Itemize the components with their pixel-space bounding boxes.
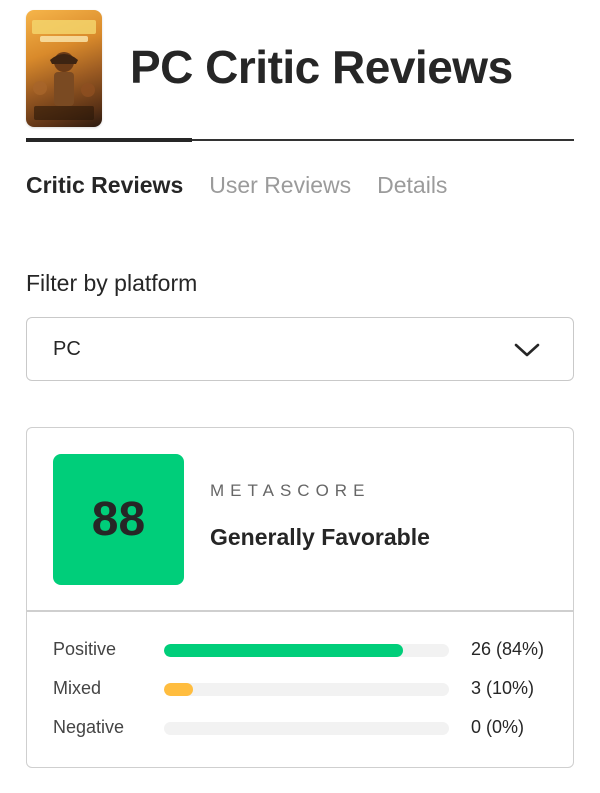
distribution-label: Positive <box>53 639 117 659</box>
platform-select-value: PC <box>53 338 81 360</box>
score-verdict: Generally Favorable <box>210 524 430 550</box>
distribution-row-positive: Positive 26 (84%) <box>53 639 553 661</box>
distribution-bar-track <box>164 722 449 735</box>
tab-user-reviews[interactable]: User Reviews <box>209 172 351 206</box>
distribution-bar-fill <box>164 683 193 696</box>
distribution-count: 26 (84%) <box>471 639 545 659</box>
tab-critic-reviews[interactable]: Critic Reviews <box>26 172 183 206</box>
page-header: PC Critic Reviews <box>26 10 574 128</box>
distribution-row-mixed: Mixed 3 (10%) <box>53 678 553 700</box>
card-divider <box>27 610 573 612</box>
distribution-count: 0 (0%) <box>471 717 525 737</box>
distribution-label: Negative <box>53 717 125 737</box>
metascore-value: 88 <box>91 493 146 546</box>
chevron-down-icon <box>514 343 540 357</box>
active-tab-indicator <box>26 138 192 142</box>
distribution-row-negative: Negative 0 (0%) <box>53 717 553 739</box>
page-title: PC Critic Reviews <box>130 41 513 93</box>
distribution-bar-fill <box>164 644 404 657</box>
game-cover-image[interactable] <box>26 10 102 127</box>
cover-art-graphic <box>32 20 96 120</box>
distribution-bar-track <box>164 644 449 657</box>
metascore-badge: 88 <box>53 454 184 585</box>
filter-label: Filter by platform <box>26 270 198 296</box>
review-tabs: Critic Reviews User Reviews Details <box>26 172 447 206</box>
metascore-card: 88 METASCORE Generally Favorable Positiv… <box>26 427 574 768</box>
distribution-count: 3 (10%) <box>471 678 535 698</box>
distribution-bar-track <box>164 683 449 696</box>
platform-select[interactable]: PC <box>26 317 574 381</box>
tab-details[interactable]: Details <box>377 172 447 206</box>
distribution-label: Mixed <box>53 678 102 698</box>
metascore-label: METASCORE <box>210 481 371 500</box>
